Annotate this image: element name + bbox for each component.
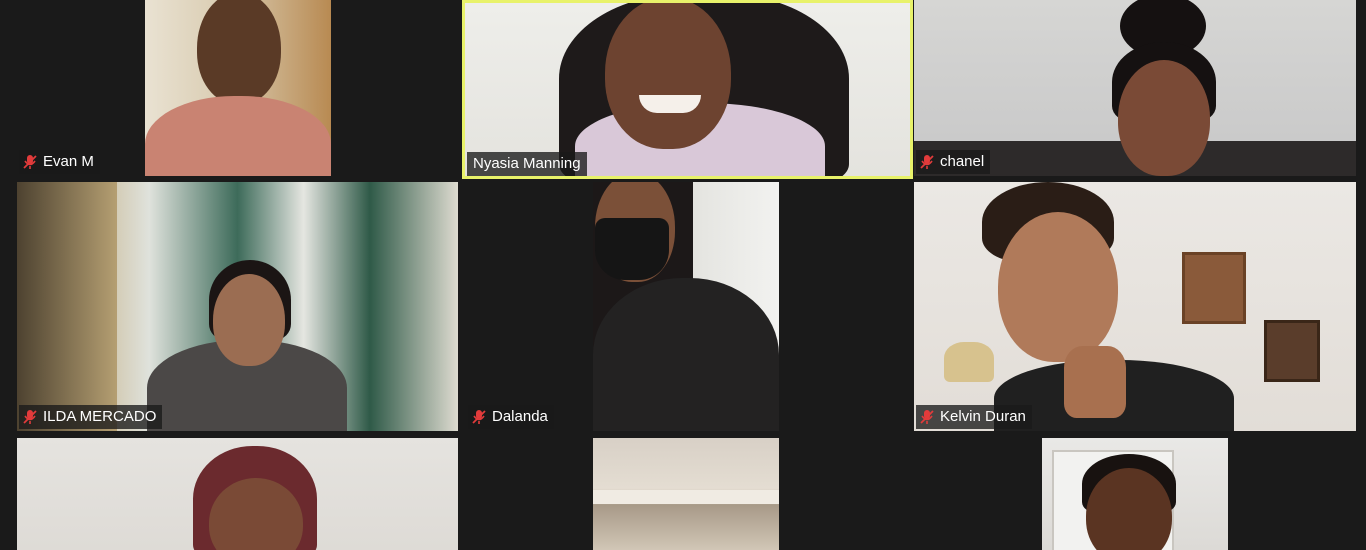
- participant-tile-nyasia[interactable]: Nyasia Manning: [462, 0, 913, 179]
- participant-video: [17, 438, 458, 550]
- mic-muted-icon: [23, 410, 37, 424]
- participant-tile-row3-middle[interactable]: [466, 438, 907, 550]
- participant-name: chanel: [940, 153, 985, 170]
- participant-name: Dalanda: [492, 408, 548, 425]
- name-tag: chanel: [916, 150, 991, 174]
- participant-video: [1042, 438, 1228, 550]
- participant-tile-kelvin[interactable]: Kelvin Duran: [914, 182, 1356, 431]
- name-tag: Nyasia Manning: [467, 152, 587, 176]
- name-tag: ILDA MERCADO: [19, 405, 163, 429]
- participant-tile-chanel[interactable]: chanel: [914, 0, 1356, 176]
- participant-name: Evan M: [43, 153, 94, 170]
- participant-name: ILDA MERCADO: [43, 408, 157, 425]
- participant-video: [465, 3, 910, 176]
- mic-muted-icon: [23, 155, 37, 169]
- participant-video: [593, 182, 779, 431]
- participant-tile-dalanda[interactable]: Dalanda: [466, 182, 907, 431]
- participant-tile-evan[interactable]: Evan M: [17, 0, 458, 176]
- participant-video: [593, 438, 779, 550]
- participant-tile-row3-right[interactable]: [914, 438, 1356, 550]
- participant-video: [145, 0, 331, 176]
- participant-video: [17, 182, 458, 431]
- mic-muted-icon: [920, 410, 934, 424]
- participant-video: [914, 182, 1356, 431]
- participant-name: Kelvin Duran: [940, 408, 1026, 425]
- participant-tile-row3-left[interactable]: [17, 438, 458, 550]
- participant-tile-ilda[interactable]: ILDA MERCADO: [17, 182, 458, 431]
- gallery-view-grid: Evan M Nyasia Manning chanel ILDA MERCAD…: [0, 0, 1366, 550]
- name-tag: Dalanda: [468, 405, 554, 429]
- name-tag: Kelvin Duran: [916, 405, 1032, 429]
- participant-name: Nyasia Manning: [473, 155, 581, 172]
- mic-muted-icon: [472, 410, 486, 424]
- mic-muted-icon: [920, 155, 934, 169]
- name-tag: Evan M: [19, 150, 100, 174]
